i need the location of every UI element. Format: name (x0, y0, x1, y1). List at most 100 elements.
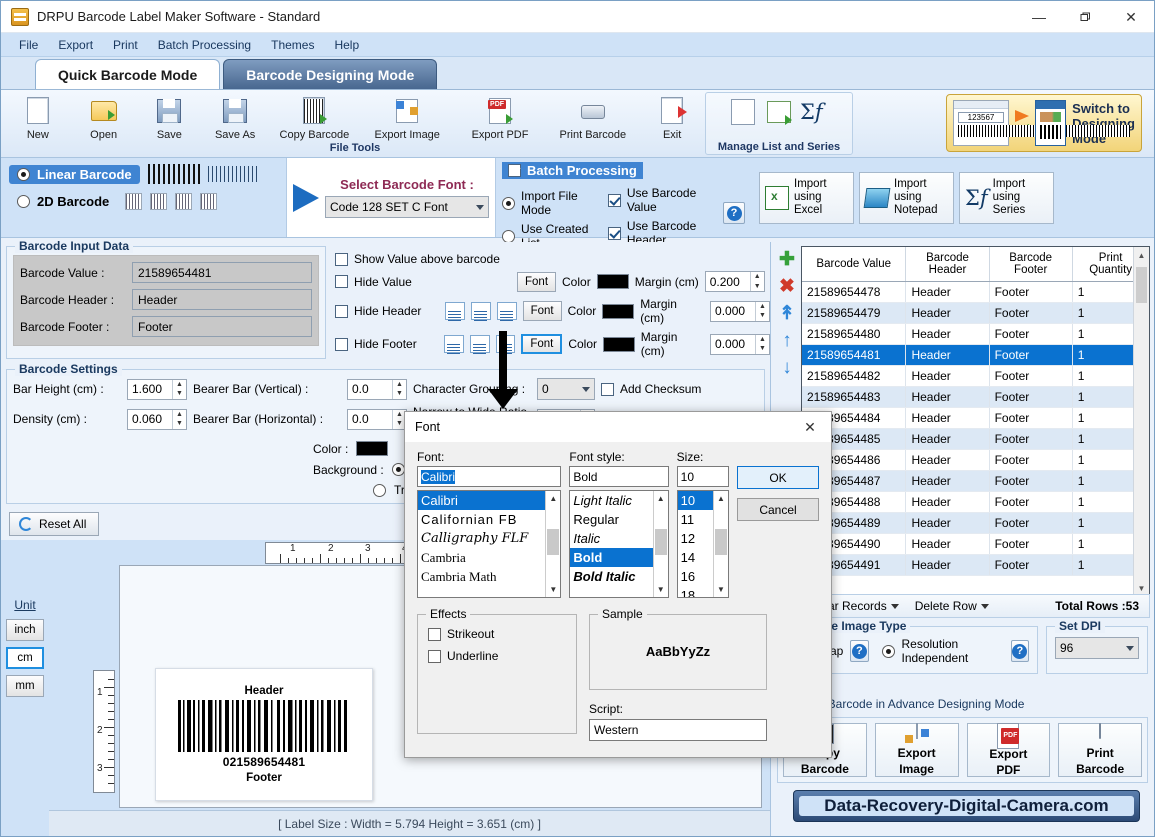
header-margin-spinner[interactable]: 0.000 ▲ ▼ (710, 300, 771, 322)
cell-barcode-value[interactable]: 21589654483 (802, 386, 907, 408)
footer-font-button[interactable]: Font (521, 334, 563, 354)
cell-barcode-value[interactable]: 21589654478 (802, 281, 907, 303)
cell-barcode-footer[interactable]: Footer (989, 512, 1073, 534)
header-align-center-button[interactable] (470, 302, 491, 320)
checkbox-hide-footer[interactable]: Hide Footer (335, 337, 438, 351)
scroll-thumb[interactable] (715, 529, 727, 555)
table-row[interactable]: 21589654482 Header Footer 1 (802, 365, 1149, 387)
toolbar-export-image-button[interactable]: Export Image (361, 92, 454, 141)
density-spinner[interactable]: 0.060 ▲ ▼ (127, 408, 187, 430)
radio-2d-barcode[interactable]: 2D Barcode (9, 192, 117, 211)
bearer-horizontal-spinner[interactable]: 0.0 ▲ ▼ (347, 408, 407, 430)
value-color-swatch[interactable] (596, 274, 629, 289)
scroll-up-icon[interactable]: ▲ (1134, 247, 1149, 263)
table-row[interactable]: 21589654486 Header Footer 1 (802, 449, 1149, 471)
tab-quick-barcode-mode[interactable]: Quick Barcode Mode (35, 59, 221, 89)
export-image-button[interactable]: Export Image (874, 723, 959, 777)
cell-barcode-header[interactable]: Header (905, 428, 990, 450)
value-margin-spinner[interactable]: 0.200 ▲ ▼ (704, 271, 765, 292)
font-item-cambria-math[interactable]: Cambria Math (418, 567, 560, 586)
font-list-scrollbar[interactable]: ▲ ▼ (545, 491, 561, 597)
font-family-list[interactable]: Calibri Californian FB Calligraphy FLF C… (417, 490, 562, 598)
checkbox-hide-header[interactable]: Hide Header (335, 304, 439, 318)
cell-barcode-footer[interactable]: Footer (989, 491, 1073, 513)
font-dialog-close-button[interactable]: ✕ (789, 412, 831, 442)
tab-barcode-designing-mode[interactable]: Barcode Designing Mode (223, 59, 438, 89)
table-row[interactable]: 21589654490 Header Footer 1 (802, 533, 1149, 555)
col-barcode-footer[interactable]: Barcode Footer (989, 247, 1073, 282)
cell-barcode-footer[interactable]: Footer (989, 470, 1073, 492)
scroll-down-icon[interactable]: ▼ (654, 582, 668, 597)
barcode-header-input[interactable]: Header (132, 289, 312, 310)
delete-row-button[interactable]: ✖ (779, 277, 795, 296)
menu-file[interactable]: File (9, 35, 48, 55)
cell-barcode-header[interactable]: Header (905, 407, 990, 429)
background-transparent-radio-icon[interactable] (373, 483, 386, 497)
toolbar-exit-button[interactable]: Exit (639, 92, 705, 141)
barcode-footer-input[interactable]: Footer (132, 316, 312, 337)
background-color-radio-icon[interactable] (391, 463, 405, 476)
toolbar-new-button[interactable]: New (5, 92, 71, 141)
radio-linear-barcode[interactable]: Linear Barcode (9, 164, 140, 184)
cell-barcode-header[interactable]: Header (905, 512, 990, 534)
toolbar-export-pdf-button[interactable]: Export PDF (454, 92, 547, 141)
checkbox-use-barcode-value[interactable]: Use Barcode Value (607, 186, 717, 214)
unit-button-cm[interactable]: cm (6, 647, 44, 669)
header-align-left-button[interactable] (444, 302, 465, 320)
font-dialog-ok-button[interactable]: OK (737, 466, 819, 489)
font-dialog-cancel-button[interactable]: Cancel (737, 498, 819, 521)
font-name-input[interactable]: Calibri (417, 466, 562, 487)
table-row[interactable]: 21589654479 Header Footer 1 (802, 302, 1149, 324)
settings-color-swatch[interactable] (356, 441, 389, 456)
font-item-californian-fb[interactable]: Californian FB (418, 510, 560, 529)
script-dropdown[interactable]: Western (589, 719, 767, 741)
resolution-help-button[interactable]: ? (1010, 640, 1029, 662)
scroll-thumb[interactable] (1136, 267, 1147, 303)
toolbar-print-barcode-button[interactable]: Print Barcode (546, 92, 639, 141)
cell-barcode-header[interactable]: Header (905, 302, 990, 324)
dpi-dropdown[interactable]: 96 (1055, 637, 1139, 659)
table-row[interactable]: 21589654485 Header Footer 1 (802, 428, 1149, 450)
toolbar-copy-barcode-button[interactable]: Copy Barcode (268, 92, 361, 141)
brand-banner[interactable]: Data-Recovery-Digital-Camera.com (793, 790, 1140, 822)
font-item-calibri[interactable]: Calibri (418, 491, 561, 510)
batch-help-button[interactable]: ? (723, 202, 745, 224)
footer-margin-spinner[interactable]: 0.000 ▲ ▼ (710, 333, 771, 355)
edit-list-icon[interactable] (728, 97, 758, 127)
cell-barcode-value[interactable]: 21589654481 (802, 344, 907, 366)
import-using-notepad-button[interactable]: Import using Notepad (859, 171, 954, 224)
col-barcode-header[interactable]: Barcode Header (905, 247, 990, 282)
header-align-right-button[interactable] (496, 302, 517, 320)
minimize-button[interactable]: — (1016, 1, 1062, 33)
resolution-independent-radio-icon[interactable] (881, 644, 895, 658)
cell-barcode-footer[interactable]: Footer (989, 449, 1073, 471)
cell-barcode-footer[interactable]: Footer (989, 302, 1073, 324)
footer-align-center-button[interactable] (469, 335, 490, 353)
footer-color-swatch[interactable] (603, 336, 635, 352)
cell-barcode-footer[interactable]: Footer (989, 407, 1073, 429)
unit-button-mm[interactable]: mm (6, 675, 44, 697)
table-row[interactable]: 21589654483 Header Footer 1 (802, 386, 1149, 408)
cell-barcode-value[interactable]: 21589654482 (802, 365, 907, 387)
scroll-down-icon[interactable]: ▼ (714, 582, 728, 597)
scroll-up-icon[interactable]: ▲ (546, 491, 560, 506)
table-row[interactable]: 21589654484 Header Footer 1 (802, 407, 1149, 429)
cell-barcode-header[interactable]: Header (905, 449, 990, 471)
bearer-vertical-spinner[interactable]: 0.0 ▲ ▼ (347, 378, 407, 400)
cell-barcode-value[interactable]: 21589654479 (802, 302, 907, 324)
cell-barcode-header[interactable]: Header (905, 323, 990, 345)
reset-all-button[interactable]: Reset All (9, 512, 99, 536)
barcode-label-preview[interactable]: Header 021589654481 Footer (155, 668, 373, 801)
maximize-button[interactable] (1062, 1, 1108, 33)
bar-height-spinner[interactable]: 1.600 ▲ ▼ (127, 378, 187, 400)
table-row[interactable]: 21589654491 Header Footer 1 (802, 554, 1149, 576)
font-style-list[interactable]: Light Italic Regular Italic Bold Bold It… (569, 490, 669, 598)
print-barcode-button[interactable]: Print Barcode (1058, 723, 1142, 777)
cell-barcode-footer[interactable]: Footer (989, 365, 1073, 387)
table-row[interactable]: 21589654488 Header Footer 1 (802, 491, 1149, 513)
cell-barcode-header[interactable]: Header (905, 386, 990, 408)
checkbox-underline[interactable]: Underline (428, 649, 566, 663)
font-item-cambria[interactable]: Cambria (418, 548, 560, 567)
cell-barcode-header[interactable]: Header (905, 533, 990, 555)
font-size-input[interactable]: 10 (676, 466, 729, 487)
